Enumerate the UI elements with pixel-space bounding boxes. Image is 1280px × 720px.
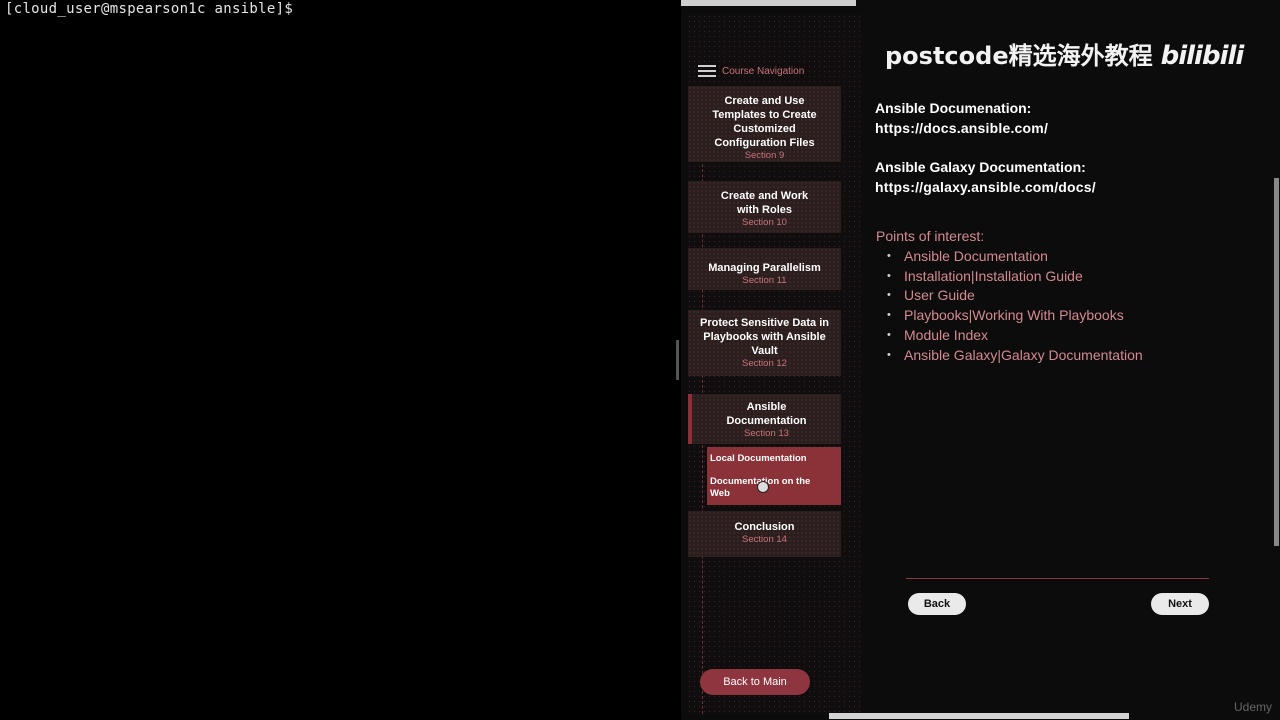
next-button[interactable]: Next xyxy=(1151,593,1209,615)
list-item: User Guide xyxy=(876,286,1143,306)
nav-item-title: Create and Use Templates to Create Custo… xyxy=(712,95,817,149)
nav-item-section: Section 9 xyxy=(744,150,785,161)
udemy-logo: Udemy xyxy=(1233,700,1272,714)
vertical-scrollbar[interactable] xyxy=(1274,178,1279,546)
galaxy-doc-url[interactable]: https://galaxy.ansible.com/docs/ xyxy=(875,179,1096,195)
horizontal-scrollbar-bottom[interactable] xyxy=(829,713,1129,719)
sub-item-documentation-on-the-web[interactable]: Documentation on the Web xyxy=(710,476,830,500)
bilibili-logo: bilibili xyxy=(1160,41,1245,71)
nav-item-section-10[interactable]: Create and Work with Roles Section 10 xyxy=(688,181,841,233)
nav-item-section-14[interactable]: Conclusion Section 14 xyxy=(688,511,841,557)
points-of-interest-label: Points of interest: xyxy=(876,228,985,244)
nav-header[interactable]: Course Navigation xyxy=(698,65,804,77)
nav-item-section: Section 14 xyxy=(742,534,787,545)
watermark-text: postcode精选海外教程 xyxy=(885,42,1153,70)
content-divider xyxy=(906,578,1209,579)
terminal-prompt: [cloud_user@mspearson1c ansible]$ xyxy=(5,1,294,17)
pane-divider-handle[interactable] xyxy=(676,340,679,380)
list-item: Installation|Installation Guide xyxy=(876,267,1143,287)
list-item: Ansible Documentation xyxy=(876,247,1143,267)
ansible-doc-label: Ansible Documenation: xyxy=(875,100,1032,116)
nav-item-section-9[interactable]: Create and Use Templates to Create Custo… xyxy=(688,86,841,162)
sub-item-local-documentation[interactable]: Local Documentation xyxy=(710,453,807,465)
nav-item-section-11[interactable]: Managing Parallelism Section 11 xyxy=(688,248,841,290)
list-item: Ansible Galaxy|Galaxy Documentation xyxy=(876,346,1143,366)
nav-item-title: Protect Sensitive Data in Playbooks with… xyxy=(700,317,829,357)
list-item: Playbooks|Working With Playbooks xyxy=(876,306,1143,326)
watermark: postcode精选海外教程 bilibili xyxy=(885,36,1245,71)
course-navigation-sidebar: Course Navigation Create and Use Templat… xyxy=(687,14,861,714)
mouse-cursor-icon xyxy=(757,481,769,493)
nav-title: Course Navigation xyxy=(722,65,805,77)
nav-item-title: Ansible Documentation xyxy=(726,401,807,427)
terminal-pane[interactable]: [cloud_user@mspearson1c ansible]$ xyxy=(0,0,676,720)
back-to-main-button[interactable]: Back to Main xyxy=(700,669,810,695)
section-13-submenu: Local Documentation Documentation on the… xyxy=(707,447,841,505)
nav-item-section: Section 10 xyxy=(742,217,787,228)
nav-item-section: Section 12 xyxy=(742,358,787,369)
menu-icon[interactable] xyxy=(698,65,716,77)
course-viewer: Course Navigation Create and Use Templat… xyxy=(681,0,1280,720)
nav-item-section-13[interactable]: Ansible Documentation Section 13 xyxy=(688,394,841,444)
nav-item-section-12[interactable]: Protect Sensitive Data in Playbooks with… xyxy=(688,310,841,376)
ansible-doc-url[interactable]: https://docs.ansible.com/ xyxy=(875,120,1048,136)
nav-item-section: Section 11 xyxy=(742,275,787,286)
nav-item-section: Section 13 xyxy=(744,428,789,439)
back-button[interactable]: Back xyxy=(908,593,966,615)
points-of-interest-list: Ansible Documentation Installation|Insta… xyxy=(876,247,1143,365)
lesson-content: postcode精选海外教程 bilibili Ansible Documenat… xyxy=(861,0,1274,713)
horizontal-scrollbar-top[interactable] xyxy=(681,0,856,6)
nav-item-title: Conclusion xyxy=(734,521,795,533)
list-item: Module Index xyxy=(876,326,1143,346)
nav-item-title: Managing Parallelism xyxy=(708,262,821,274)
galaxy-doc-label: Ansible Galaxy Documentation: xyxy=(875,159,1086,175)
nav-item-title: Create and Work with Roles xyxy=(720,190,809,216)
